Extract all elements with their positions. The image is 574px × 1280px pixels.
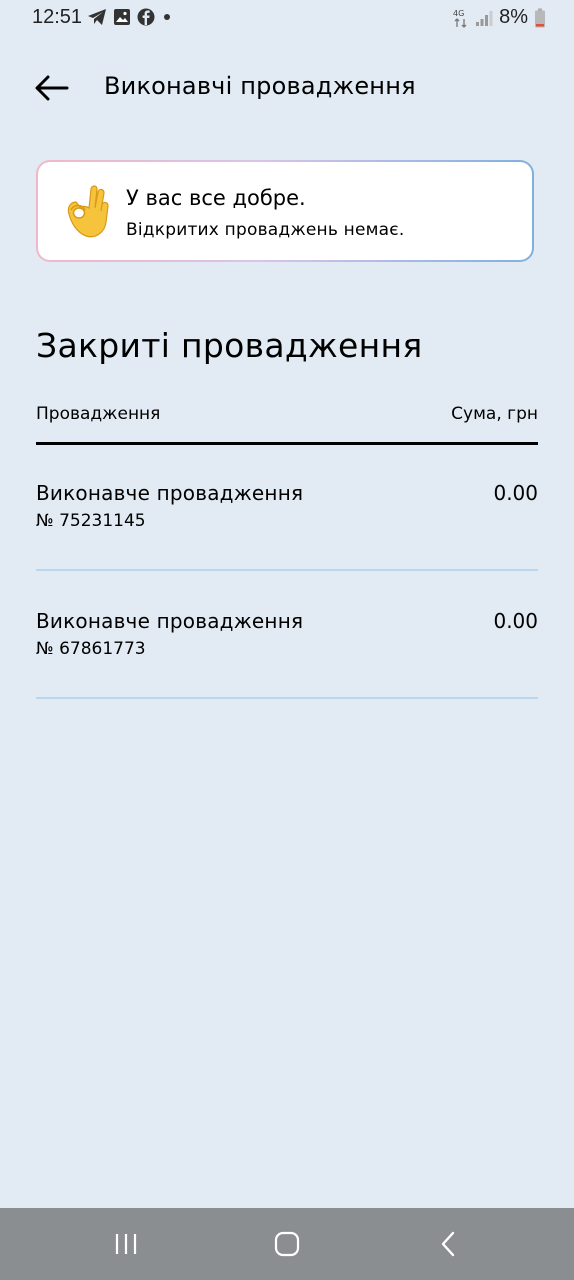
network-4g-icon: 4G [453, 9, 467, 28]
status-alert-card: У вас все добре. Відкритих проваджень не… [36, 160, 534, 262]
arrow-left-icon [35, 75, 69, 101]
status-right: 4G 8% [453, 6, 546, 29]
home-icon [274, 1231, 300, 1257]
row-amount: 0.00 [493, 481, 538, 505]
gallery-icon [114, 9, 130, 25]
row-number: № 75231145 [36, 511, 146, 531]
network-type-text: 4G [453, 9, 464, 18]
row-amount: 0.00 [493, 609, 538, 633]
back-icon [441, 1231, 455, 1257]
status-time: 12:51 [32, 6, 83, 28]
dot-icon [164, 14, 170, 20]
table-header: Провадження Сума, грн [36, 396, 538, 445]
table-row[interactable]: Виконавче провадження № 75231145 0.00 [36, 443, 538, 571]
signal-icon [476, 10, 493, 26]
row-title: Виконавче провадження [36, 481, 304, 505]
section-title: Закриті провадження [36, 326, 423, 365]
notification-icons [87, 8, 173, 26]
alert-title: У вас все добре. [126, 186, 306, 210]
nav-back-button[interactable] [428, 1228, 468, 1260]
row-title: Виконавче провадження [36, 609, 304, 633]
table-row[interactable]: Виконавче провадження № 67861773 0.00 [36, 571, 538, 699]
system-nav-bar [0, 1208, 574, 1280]
status-bar: 12:51 4G 8% [0, 0, 574, 38]
alert-content: У вас все добре. Відкритих проваджень не… [38, 162, 532, 260]
ok-hand-icon [67, 185, 109, 238]
column-header-amount: Сума, грн [451, 404, 538, 424]
recent-apps-icon [115, 1234, 137, 1254]
column-header-proceeding: Провадження [36, 404, 161, 424]
battery-icon [535, 8, 545, 27]
page-title: Виконавчі провадження [104, 72, 416, 100]
telegram-icon [88, 9, 106, 25]
battery-percent: 8% [499, 6, 528, 28]
app-header: Виконавчі провадження [0, 60, 574, 116]
recent-apps-button[interactable] [106, 1228, 146, 1260]
facebook-icon [137, 8, 155, 26]
home-button[interactable] [267, 1228, 307, 1260]
alert-subtitle: Відкритих проваджень немає. [126, 220, 405, 240]
row-number: № 67861773 [36, 639, 146, 659]
back-button[interactable] [30, 70, 74, 106]
